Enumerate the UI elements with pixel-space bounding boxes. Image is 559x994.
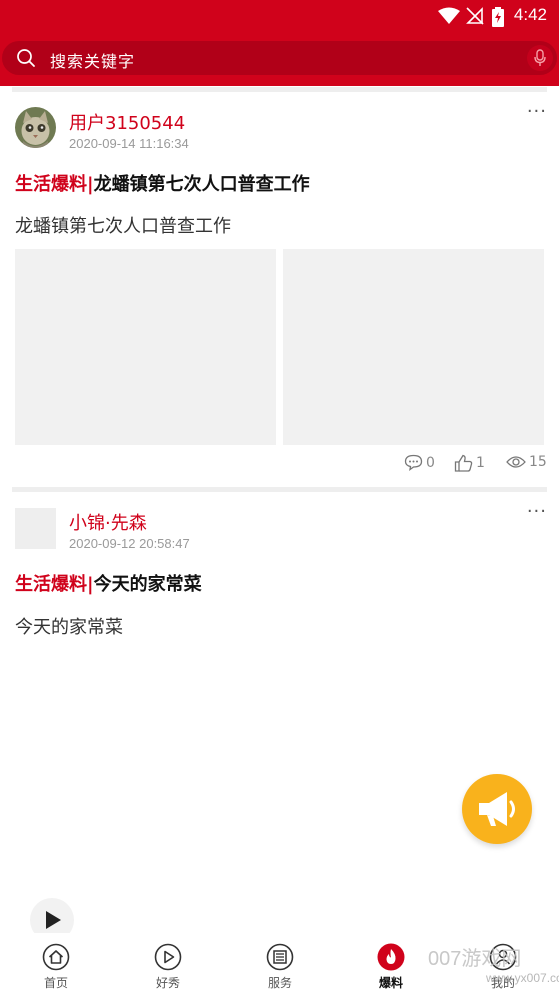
comment-count-value: 0 (426, 454, 435, 471)
status-bar: 4:42 (0, 0, 559, 34)
nav-item-report[interactable]: 爆料 (361, 941, 421, 991)
play-icon (46, 911, 61, 929)
more-options-icon[interactable]: ··· (527, 103, 547, 121)
avatar[interactable] (15, 107, 56, 148)
watermark-url: www.yx007.com (486, 971, 559, 985)
view-count: 15 (506, 454, 547, 470)
megaphone-icon (479, 792, 515, 826)
no-signal-icon (466, 7, 484, 25)
play-circle-icon (154, 943, 182, 971)
voice-search-button[interactable] (527, 45, 553, 71)
watermark: 007游戏网 (428, 948, 522, 970)
post-username[interactable]: 小锦·先森 (69, 509, 147, 535)
post-username[interactable]: 用户3150544 (69, 109, 185, 135)
comment-count[interactable]: 0 (404, 454, 435, 471)
post-title-text: 今天的家常菜 (93, 574, 202, 595)
post-card[interactable]: 小锦·先森 2020-09-12 20:58:47 ··· 生活爆料|今天的家常… (0, 492, 559, 652)
post-stats: 0 1 15 (0, 454, 559, 474)
search-input[interactable]: 搜索关键字 (50, 48, 135, 72)
nav-label: 好秀 (155, 976, 180, 990)
post-category: 生活爆料| (15, 174, 94, 195)
post-body: 今天的家常菜 (15, 617, 123, 638)
post-title[interactable]: 生活爆料|龙蟠镇第七次人口普查工作 (15, 170, 310, 196)
app-header: 4:42 搜索关键字 (0, 0, 559, 86)
post-image[interactable] (283, 249, 544, 445)
post-timestamp: 2020-09-12 20:58:47 (69, 536, 190, 551)
home-icon (42, 943, 70, 971)
post-title-text: 龙蟠镇第七次人口普查工作 (93, 174, 310, 195)
nav-label: 服务 (267, 976, 292, 990)
post-timestamp: 2020-09-14 11:16:34 (69, 136, 189, 151)
search-bar[interactable]: 搜索关键字 (2, 41, 557, 75)
search-icon (17, 49, 35, 67)
post-body: 龙蟠镇第七次人口普查工作 (15, 216, 231, 237)
post-title[interactable]: 生活爆料|今天的家常菜 (15, 570, 202, 596)
status-time: 4:42 (513, 5, 547, 24)
like-count[interactable]: 1 (454, 454, 485, 472)
nav-item-services[interactable]: 服务 (250, 941, 310, 991)
post-card[interactable]: 用户3150544 2020-09-14 11:16:34 ··· 生活爆料|龙… (0, 92, 559, 484)
microphone-icon (534, 49, 546, 66)
comment-icon (404, 454, 423, 471)
more-options-icon[interactable]: ··· (527, 503, 547, 521)
news-icon (266, 943, 294, 971)
fire-icon (377, 943, 405, 971)
post-category: 生活爆料| (15, 574, 94, 595)
screen: 4:42 搜索关键字 用户3150544 2020-09-14 11:16:34… (0, 0, 559, 994)
avatar[interactable] (15, 508, 56, 549)
view-count-value: 15 (529, 454, 547, 470)
nav-item-home[interactable]: 首页 (26, 941, 86, 991)
wifi-icon (438, 7, 460, 24)
nav-label: 首页 (43, 976, 68, 990)
eye-icon (506, 456, 526, 468)
thumbs-up-icon (454, 454, 473, 472)
nav-item-shows[interactable]: 好秀 (138, 941, 198, 991)
cat-avatar-image (15, 107, 56, 148)
post-image[interactable] (15, 249, 276, 445)
report-fab-button[interactable] (462, 774, 532, 844)
like-count-value: 1 (476, 455, 485, 471)
nav-label: 爆料 (378, 976, 403, 990)
battery-charging-icon (492, 7, 504, 27)
